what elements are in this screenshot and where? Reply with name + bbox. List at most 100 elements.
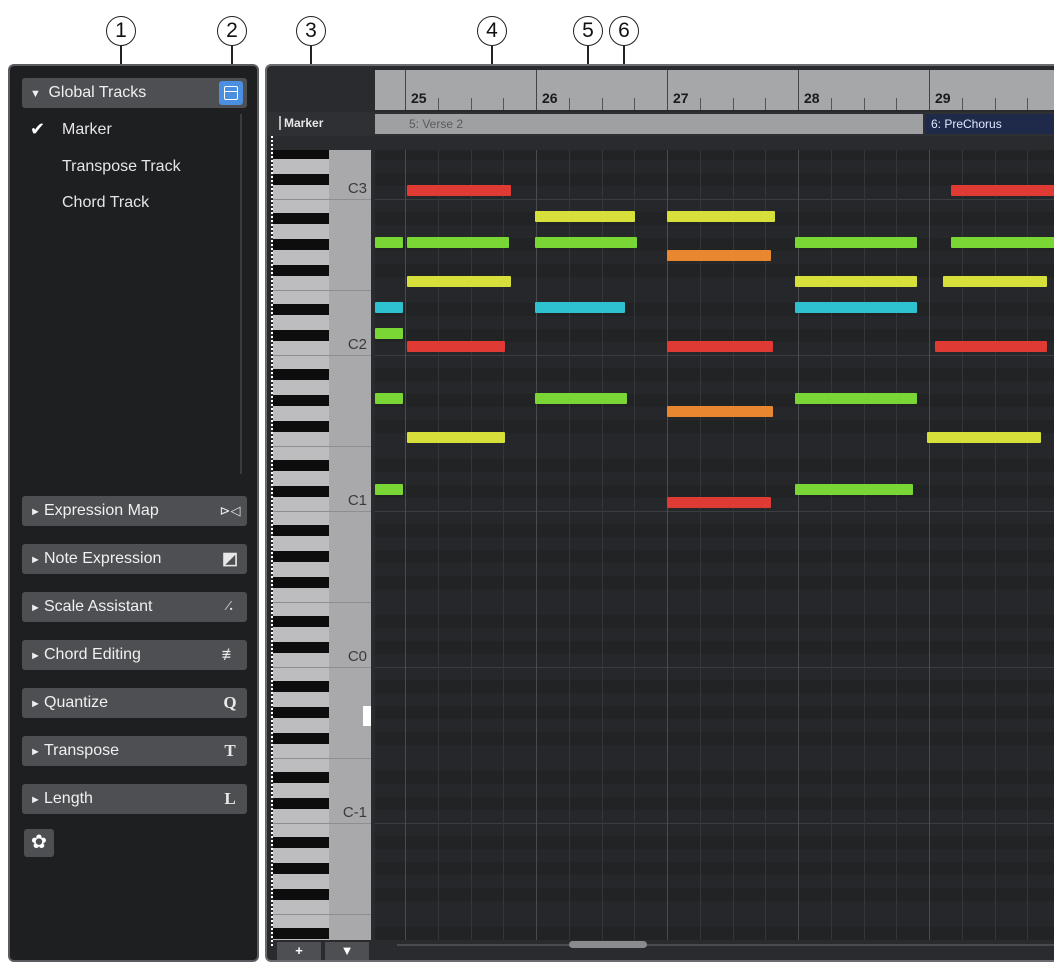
midi-note[interactable] bbox=[407, 276, 511, 287]
black-key[interactable] bbox=[273, 239, 329, 250]
note-grid[interactable] bbox=[375, 150, 1054, 940]
black-key[interactable] bbox=[273, 837, 329, 848]
midi-note[interactable] bbox=[375, 393, 403, 404]
settings-gear-icon[interactable]: ✿ bbox=[24, 829, 54, 857]
expand-arrow-icon: ► bbox=[30, 698, 41, 710]
global-tracks-header[interactable]: ▼ Global Tracks bbox=[22, 78, 247, 108]
black-key[interactable] bbox=[273, 330, 329, 341]
expression-map-icon[interactable]: ⊳◁ bbox=[219, 500, 241, 522]
octave-label: C2 bbox=[347, 336, 367, 353]
black-key[interactable] bbox=[273, 772, 329, 783]
global-track-item-marker[interactable]: Marker bbox=[62, 121, 112, 139]
midi-note[interactable] bbox=[375, 237, 403, 248]
black-key[interactable] bbox=[273, 798, 329, 809]
beat-tick bbox=[961, 98, 963, 110]
black-key[interactable] bbox=[273, 213, 329, 224]
midi-note[interactable] bbox=[951, 185, 1054, 196]
grid-line bbox=[929, 150, 930, 940]
scale-assistant-icon[interactable]: ⁄. bbox=[219, 596, 241, 618]
quantize-icon[interactable]: Q bbox=[219, 692, 241, 714]
black-key[interactable] bbox=[273, 551, 329, 562]
black-key[interactable] bbox=[273, 421, 329, 432]
black-key[interactable] bbox=[273, 928, 329, 939]
black-key[interactable] bbox=[273, 395, 329, 406]
midi-note[interactable] bbox=[795, 484, 913, 495]
midi-note[interactable] bbox=[375, 328, 403, 339]
midi-note[interactable] bbox=[535, 237, 637, 248]
keyboard-buttons: + ▼ bbox=[273, 942, 371, 960]
transpose-icon[interactable]: T bbox=[219, 740, 241, 762]
midi-note[interactable] bbox=[667, 250, 771, 261]
midi-note[interactable] bbox=[667, 406, 773, 417]
grid-row-dark bbox=[375, 550, 1054, 563]
grid-row-dark bbox=[375, 706, 1054, 719]
midi-note[interactable] bbox=[935, 341, 1047, 352]
chord-editing-icon[interactable]: ≢ bbox=[219, 644, 241, 666]
piano-keyboard[interactable]: C3 C2 C1 C0 C-1 bbox=[273, 150, 371, 940]
midi-note[interactable] bbox=[375, 302, 403, 313]
midi-note[interactable] bbox=[667, 211, 775, 222]
midi-note[interactable] bbox=[943, 276, 1047, 287]
grid-line bbox=[994, 150, 996, 940]
black-key[interactable] bbox=[273, 150, 329, 159]
black-key[interactable] bbox=[273, 265, 329, 276]
black-key[interactable] bbox=[273, 174, 329, 185]
grid-row-dark bbox=[375, 862, 1054, 875]
black-key[interactable] bbox=[273, 707, 329, 718]
black-key[interactable] bbox=[273, 889, 329, 900]
midi-note[interactable] bbox=[927, 432, 1041, 443]
grid-row-dark bbox=[375, 732, 1054, 745]
section-length[interactable]: ► Length L bbox=[22, 784, 247, 814]
midi-note[interactable] bbox=[535, 302, 625, 313]
midi-note[interactable] bbox=[795, 393, 917, 404]
add-button[interactable]: + bbox=[277, 942, 321, 960]
midi-note[interactable] bbox=[667, 341, 773, 352]
section-expression-map[interactable]: ► Expression Map ⊳◁ bbox=[22, 496, 247, 526]
midi-note[interactable] bbox=[375, 484, 403, 495]
midi-note[interactable] bbox=[795, 237, 917, 248]
section-quantize[interactable]: ► Quantize Q bbox=[22, 688, 247, 718]
black-key[interactable] bbox=[273, 863, 329, 874]
ruler[interactable]: 25 26 27 28 29 bbox=[375, 70, 1054, 110]
midi-note[interactable] bbox=[535, 393, 627, 404]
midi-note[interactable] bbox=[795, 302, 917, 313]
section-transpose[interactable]: ► Transpose T bbox=[22, 736, 247, 766]
options-dropdown-button[interactable]: ▼ bbox=[325, 942, 369, 960]
grid-row-dark bbox=[375, 888, 1054, 901]
midi-note[interactable] bbox=[407, 237, 509, 248]
length-icon[interactable]: L bbox=[219, 788, 241, 810]
black-key[interactable] bbox=[273, 525, 329, 536]
marker-event-verse[interactable]: 5: Verse 2 bbox=[375, 114, 923, 134]
black-key[interactable] bbox=[273, 642, 329, 653]
track-visibility-icon[interactable] bbox=[219, 81, 243, 105]
midi-note[interactable] bbox=[407, 185, 511, 196]
global-track-item-transpose[interactable]: Transpose Track bbox=[62, 158, 181, 176]
black-key[interactable] bbox=[273, 616, 329, 627]
horizontal-scrollbar[interactable] bbox=[397, 941, 1054, 948]
marker-event-prechorus[interactable]: 6: PreChorus bbox=[925, 114, 1054, 134]
octave-label: C1 bbox=[347, 492, 367, 509]
black-key[interactable] bbox=[273, 369, 329, 380]
note-expression-icon[interactable]: ◩ bbox=[219, 548, 241, 570]
white-key-separator bbox=[273, 199, 371, 200]
midi-note[interactable] bbox=[667, 497, 771, 508]
white-key-separator bbox=[273, 446, 371, 447]
midi-note[interactable] bbox=[407, 341, 505, 352]
global-tracks-scrollbar[interactable] bbox=[240, 114, 242, 474]
black-key[interactable] bbox=[273, 460, 329, 471]
black-key[interactable] bbox=[273, 733, 329, 744]
black-key[interactable] bbox=[273, 681, 329, 692]
black-key[interactable] bbox=[273, 304, 329, 315]
midi-note[interactable] bbox=[535, 211, 635, 222]
global-track-item-chord[interactable]: Chord Track bbox=[62, 194, 149, 212]
section-scale-assistant[interactable]: ► Scale Assistant ⁄. bbox=[22, 592, 247, 622]
scrollbar-thumb[interactable] bbox=[569, 941, 647, 948]
midi-note[interactable] bbox=[407, 432, 505, 443]
black-key[interactable] bbox=[273, 486, 329, 497]
midi-note[interactable] bbox=[795, 276, 917, 287]
black-key[interactable] bbox=[273, 577, 329, 588]
section-note-expression[interactable]: ► Note Expression ◩ bbox=[22, 544, 247, 574]
section-chord-editing[interactable]: ► Chord Editing ≢ bbox=[22, 640, 247, 670]
midi-note[interactable] bbox=[951, 237, 1054, 248]
grid-line bbox=[503, 150, 505, 940]
